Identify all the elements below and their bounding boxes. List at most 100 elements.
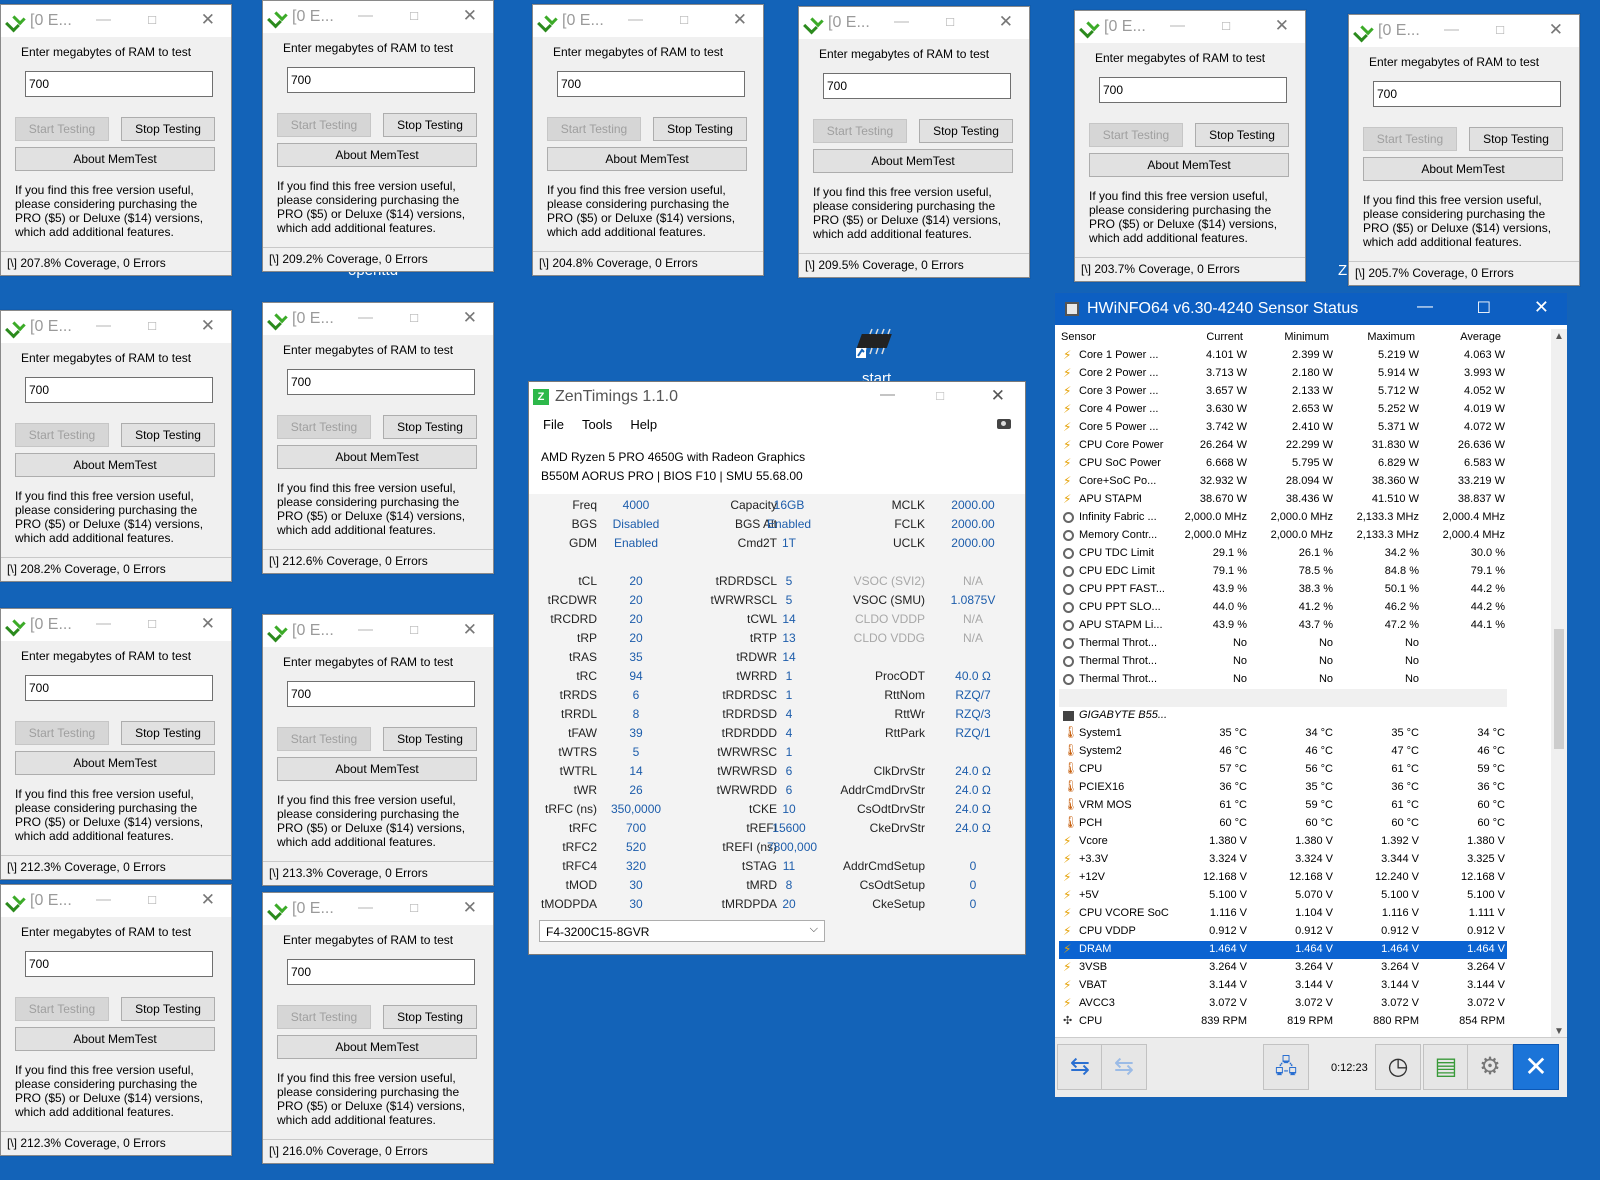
- memtest-titlebar[interactable]: [0 E... — ☐ ✕: [1349, 15, 1579, 47]
- sensor-row[interactable]: ⚡ APU STAPM 38.670 W 38.436 W 41.510 W 38.837…: [1059, 491, 1507, 509]
- stop-testing-button[interactable]: Stop Testing: [383, 727, 477, 751]
- stop-testing-button[interactable]: Stop Testing: [919, 119, 1013, 143]
- about-memtest-button[interactable]: About MemTest: [277, 1035, 477, 1059]
- minimize-button[interactable]: —: [1444, 21, 1459, 38]
- col-current[interactable]: Current: [1163, 331, 1243, 343]
- maximize-button[interactable]: ☐: [409, 10, 419, 23]
- close-button[interactable]: ✕: [733, 10, 747, 30]
- close-button[interactable]: ✕: [201, 890, 215, 910]
- maximize-button[interactable]: ☐: [1221, 20, 1231, 33]
- memtest-titlebar[interactable]: [0 E... — ☐ ✕: [533, 5, 763, 37]
- minimize-button[interactable]: —: [96, 891, 111, 908]
- minimize-button[interactable]: —: [628, 11, 643, 28]
- maximize-button[interactable]: ☐: [409, 312, 419, 325]
- close-button[interactable]: ✕: [1534, 297, 1549, 318]
- ram-input[interactable]: [557, 71, 745, 97]
- stop-testing-button[interactable]: Stop Testing: [121, 423, 215, 447]
- minimize-button[interactable]: —: [96, 615, 111, 632]
- memtest-titlebar[interactable]: [0 E... — ☐ ✕: [1, 885, 231, 917]
- sensor-row[interactable]: ⚡ Core 4 Power ... 3.630 W 2.653 W 5.252 W 4.…: [1059, 401, 1507, 419]
- sensor-row[interactable]: APU STAPM Li... 43.9 % 43.7 % 47.2 % 44.1 %: [1059, 617, 1507, 635]
- sensor-row[interactable]: ⚡ VBAT 3.144 V 3.144 V 3.144 V 3.144 V: [1059, 977, 1507, 995]
- memtest-titlebar[interactable]: [0 E... — ☐ ✕: [263, 303, 493, 335]
- start-testing-button[interactable]: Start Testing: [277, 727, 371, 751]
- about-memtest-button[interactable]: About MemTest: [1089, 153, 1289, 177]
- sensor-row[interactable]: ⚡ CPU Core Power 26.264 W 22.299 W 31.830 W 2…: [1059, 437, 1507, 455]
- ram-input[interactable]: [25, 675, 213, 701]
- screenshot-camera-icon[interactable]: [997, 419, 1011, 429]
- gear-icon[interactable]: ⚙: [1467, 1044, 1513, 1090]
- ram-input[interactable]: [823, 73, 1011, 99]
- memtest-window[interactable]: [0 E... — ☐ ✕ Enter megabytes of RAM to test…: [798, 6, 1030, 278]
- memtest-window[interactable]: [0 E... — ☐ ✕ Enter megabytes of RAM to test…: [262, 614, 494, 886]
- arrows-collapse-icon[interactable]: ⇆: [1101, 1044, 1147, 1090]
- hwinfo-titlebar[interactable]: HWiNFO64 v6.30-4240 Sensor Status — ☐ ✕: [1055, 293, 1567, 325]
- stop-testing-button[interactable]: Stop Testing: [383, 1005, 477, 1029]
- start-testing-button[interactable]: Start Testing: [1089, 123, 1183, 147]
- maximize-button[interactable]: ☐: [147, 14, 157, 27]
- maximize-button[interactable]: ☐: [935, 390, 945, 403]
- minimize-button[interactable]: —: [894, 13, 909, 30]
- ram-input[interactable]: [1373, 81, 1561, 107]
- sensor-row[interactable]: 🌡 VRM MOS 61 °C 59 °C 61 °C 60 °C: [1059, 797, 1507, 815]
- col-maximum[interactable]: Maximum: [1335, 331, 1415, 343]
- maximize-button[interactable]: ☐: [409, 902, 419, 915]
- about-memtest-button[interactable]: About MemTest: [277, 445, 477, 469]
- memtest-titlebar[interactable]: [0 E... — ☐ ✕: [799, 7, 1029, 39]
- close-button[interactable]: ✕: [1549, 20, 1563, 40]
- start-testing-button[interactable]: Start Testing: [813, 119, 907, 143]
- sensor-row[interactable]: CPU TDC Limit 29.1 % 26.1 % 34.2 % 30.0 %: [1059, 545, 1507, 563]
- menu-file[interactable]: File: [543, 417, 564, 432]
- sensor-scrollbar[interactable]: ▲ ▼: [1551, 329, 1567, 1039]
- memtest-titlebar[interactable]: [0 E... — ☐ ✕: [263, 1, 493, 33]
- sensor-row[interactable]: CPU EDC Limit 79.1 % 78.5 % 84.8 % 79.1 %: [1059, 563, 1507, 581]
- ram-input[interactable]: [287, 681, 475, 707]
- minimize-button[interactable]: —: [880, 386, 895, 403]
- sensor-row[interactable]: ⚡ Core 3 Power ... 3.657 W 2.133 W 5.712 W 4.…: [1059, 383, 1507, 401]
- sensor-row[interactable]: Thermal Throt... No No No: [1059, 653, 1507, 671]
- sensor-row[interactable]: 🌡 PCH 60 °C 60 °C 60 °C 60 °C: [1059, 815, 1507, 833]
- close-button[interactable]: ✕: [201, 614, 215, 634]
- close-button[interactable]: ✕: [463, 620, 477, 640]
- memtest-titlebar[interactable]: [0 E... — ☐ ✕: [1075, 11, 1305, 43]
- memory-profile-select[interactable]: F4-3200C15-8GVR ⌵: [539, 920, 825, 942]
- close-button[interactable]: ✕: [999, 12, 1013, 32]
- sensor-row[interactable]: [1059, 689, 1507, 707]
- close-button[interactable]: ✕: [991, 386, 1005, 406]
- maximize-button[interactable]: ☐: [1495, 24, 1505, 37]
- memtest-window[interactable]: [0 E... — ☐ ✕ Enter megabytes of RAM to test…: [532, 4, 764, 276]
- start-testing-button[interactable]: Start Testing: [15, 117, 109, 141]
- sensor-row[interactable]: ⚡ 3VSB 3.264 V 3.264 V 3.264 V 3.264 V: [1059, 959, 1507, 977]
- minimize-button[interactable]: —: [358, 899, 373, 916]
- stop-testing-button[interactable]: Stop Testing: [1195, 123, 1289, 147]
- ram-input[interactable]: [25, 951, 213, 977]
- col-sensor[interactable]: Sensor: [1061, 331, 1096, 343]
- start-testing-button[interactable]: Start Testing: [547, 117, 641, 141]
- col-average[interactable]: Average: [1421, 331, 1501, 343]
- close-button[interactable]: ✕: [201, 316, 215, 336]
- sensor-row[interactable]: CPU PPT FAST... 43.9 % 38.3 % 50.1 % 44.2 %: [1059, 581, 1507, 599]
- sensor-row[interactable]: Memory Contr... 2,000.0 MHz 2,000.0 MHz 2,1…: [1059, 527, 1507, 545]
- about-memtest-button[interactable]: About MemTest: [277, 757, 477, 781]
- sensor-row[interactable]: ⚡ +12V 12.168 V 12.168 V 12.240 V 12.168 V: [1059, 869, 1507, 887]
- start-testing-button[interactable]: Start Testing: [277, 113, 371, 137]
- stop-testing-button[interactable]: Stop Testing: [121, 721, 215, 745]
- stop-testing-button[interactable]: Stop Testing: [121, 997, 215, 1021]
- sensor-row[interactable]: ✣ CPU 839 RPM 819 RPM 880 RPM 854 RPM: [1059, 1013, 1507, 1031]
- scroll-down-icon[interactable]: ▼: [1554, 1026, 1564, 1037]
- desktop-chip-icon[interactable]: [856, 328, 896, 368]
- sensor-row[interactable]: 🌡 PCIEX16 36 °C 35 °C 36 °C 36 °C: [1059, 779, 1507, 797]
- about-memtest-button[interactable]: About MemTest: [547, 147, 747, 171]
- memtest-window[interactable]: [0 E... — ☐ ✕ Enter megabytes of RAM to test…: [1348, 14, 1580, 286]
- sensor-row[interactable]: 🌡 System1 35 °C 34 °C 35 °C 34 °C: [1059, 725, 1507, 743]
- close-button[interactable]: ✕: [463, 898, 477, 918]
- ram-input[interactable]: [287, 67, 475, 93]
- start-testing-button[interactable]: Start Testing: [1363, 127, 1457, 151]
- memtest-titlebar[interactable]: [0 E... — ☐ ✕: [1, 5, 231, 37]
- maximize-button[interactable]: ☐: [409, 624, 419, 637]
- start-testing-button[interactable]: Start Testing: [277, 415, 371, 439]
- sensor-row[interactable]: ⚡ AVCC3 3.072 V 3.072 V 3.072 V 3.072 V: [1059, 995, 1507, 1013]
- network-icon[interactable]: 🖧: [1263, 1044, 1309, 1090]
- maximize-button[interactable]: ☐: [147, 894, 157, 907]
- sensor-row[interactable]: ⚡ +3.3V 3.324 V 3.324 V 3.344 V 3.325 V: [1059, 851, 1507, 869]
